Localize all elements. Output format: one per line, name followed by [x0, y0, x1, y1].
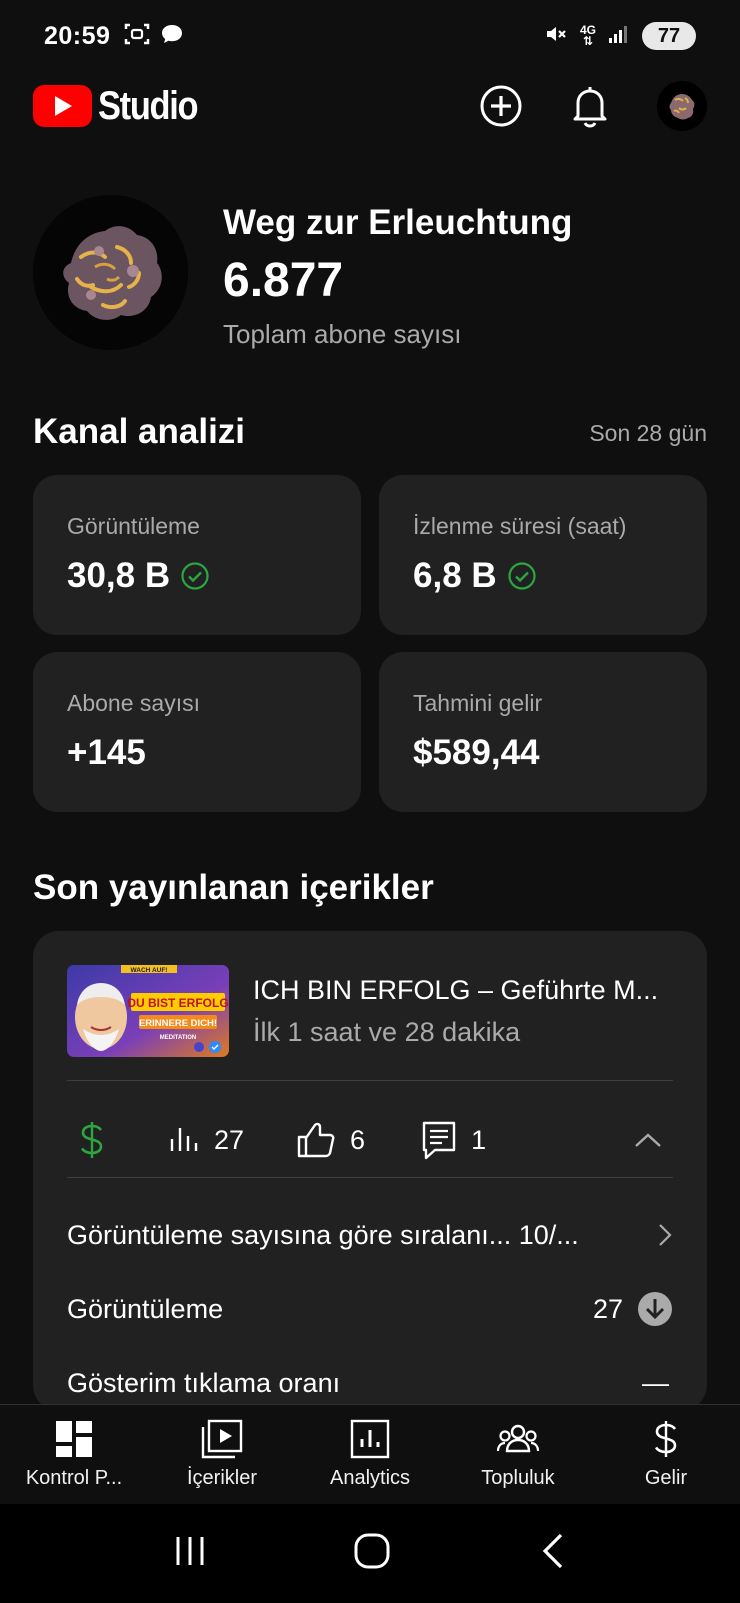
ctr-detail-value: —: [642, 1367, 669, 1398]
views-count: 27: [214, 1124, 245, 1155]
chevron-up-icon: [635, 1133, 661, 1147]
subscriber-count-label: Toplam abone sayısı: [223, 319, 462, 349]
likes-count: 6: [350, 1124, 366, 1155]
nav-label: Kontrol P...: [25, 1467, 123, 1489]
bell-icon: [573, 87, 607, 128]
video-title[interactable]: ICH BIN ERFOLG – Geführte M...: [253, 975, 673, 1006]
chevron-right-icon: [659, 1224, 672, 1246]
svg-text:ERINNERE DICH!: ERINNERE DICH!: [139, 1018, 217, 1029]
ranking-label: Görüntüleme sayısına göre sıralanı... 10…: [67, 1219, 579, 1250]
divider: [67, 1080, 673, 1081]
recent-apps-button[interactable]: [173, 1534, 207, 1573]
divider: [67, 1177, 673, 1178]
notifications-button[interactable]: [570, 84, 610, 128]
home-icon: [354, 1533, 390, 1569]
channel-name: Weg zur Erleuchtung: [223, 203, 573, 242]
analytics-section-title: Kanal analizi: [33, 412, 246, 451]
channel-avatar[interactable]: [33, 195, 188, 350]
stat-value: 30,8 B: [67, 556, 171, 595]
back-icon: [543, 1533, 563, 1569]
account-avatar[interactable]: [657, 81, 707, 131]
svg-text:WACH AUF!: WACH AUF!: [131, 967, 168, 974]
recent-apps-icon: [176, 1537, 204, 1565]
check-circle-icon: [508, 562, 536, 590]
nav-label: Analytics: [329, 1467, 411, 1489]
likes-metric[interactable]: 6: [296, 1121, 365, 1159]
check-circle-icon: [181, 562, 209, 590]
nav-label: İçerikler: [186, 1467, 257, 1489]
nav-analytics[interactable]: Analytics: [296, 1405, 444, 1504]
brand-text: Studio: [98, 83, 199, 128]
home-button[interactable]: [352, 1531, 392, 1576]
stat-card-views[interactable]: Görüntüleme 30,8 B: [33, 475, 361, 635]
system-navigation-bar: [0, 1504, 740, 1603]
video-subtitle: İlk 1 saat ve 28 dakika: [253, 1017, 521, 1047]
dollar-icon: [652, 1419, 680, 1459]
ctr-detail-label: Gösterim tıklama oranı: [67, 1367, 341, 1398]
signal-icon: [608, 24, 630, 49]
network-type: 4G ⇅: [579, 23, 596, 48]
recent-video-card: WACH AUF! DU BIST ERFOLG ERINNERE DICH! …: [33, 931, 707, 1411]
nav-dashboard[interactable]: Kontrol P...: [0, 1405, 148, 1504]
community-icon: [496, 1419, 540, 1459]
video-metrics-row: 27 6 1: [67, 1103, 673, 1177]
views-metric[interactable]: 27: [168, 1125, 244, 1156]
chat-bubble-icon: [160, 23, 184, 50]
screenshot-icon: [124, 22, 150, 51]
analytics-icon: [350, 1419, 390, 1459]
subscriber-count: 6.877: [223, 254, 344, 307]
comment-icon: [422, 1121, 456, 1160]
ctr-detail-row[interactable]: Gösterim tıklama oranı —: [67, 1363, 673, 1403]
comments-count: 1: [471, 1124, 487, 1155]
stat-label: Tahmini gelir: [413, 690, 543, 716]
views-detail-row[interactable]: Görüntüleme 27: [67, 1289, 673, 1329]
analytics-range-label: Son 28 gün: [589, 420, 707, 446]
dashboard-icon: [54, 1419, 94, 1459]
status-bar: 20:59 4G ⇅ 77: [0, 0, 740, 72]
nav-earn[interactable]: Gelir: [592, 1405, 740, 1504]
plus-circle-icon: [480, 85, 522, 127]
views-detail-label: Görüntüleme: [67, 1293, 224, 1324]
stat-card-watch-time[interactable]: İzlenme süresi (saat) 6,8 B: [379, 475, 707, 635]
svg-text:MEDITATION: MEDITATION: [160, 1035, 196, 1041]
ranking-row[interactable]: Görüntüleme sayısına göre sıralanı... 10…: [67, 1215, 673, 1255]
back-button[interactable]: [537, 1531, 567, 1576]
channel-summary: Weg zur Erleuchtung 6.877 Toplam abone s…: [33, 195, 713, 355]
stat-label: İzlenme süresi (saat): [413, 513, 627, 539]
nav-community[interactable]: Topluluk: [444, 1405, 592, 1504]
stat-value: 6,8 B: [413, 556, 497, 595]
nav-label: Gelir: [644, 1467, 688, 1489]
stat-card-revenue[interactable]: Tahmini gelir $589,44: [379, 652, 707, 812]
dollar-green-icon: [80, 1122, 103, 1158]
views-detail-value: 27: [592, 1293, 623, 1324]
status-time: 20:59: [44, 21, 111, 50]
content-icon: [201, 1419, 243, 1459]
app-header: Studio: [0, 72, 740, 140]
stat-value: $589,44: [413, 733, 540, 772]
video-thumbnail[interactable]: WACH AUF! DU BIST ERFOLG ERINNERE DICH! …: [67, 965, 229, 1057]
youtube-play-icon: [33, 85, 92, 127]
stat-card-subscribers[interactable]: Abone sayısı +145: [33, 652, 361, 812]
stat-value: +145: [67, 733, 146, 772]
nav-label: Topluluk: [481, 1467, 555, 1489]
recent-content-title: Son yayınlanan içerikler: [33, 868, 434, 907]
bottom-navigation: Kontrol P... İçerikler Analytics Toplulu…: [0, 1404, 740, 1504]
monetization-status[interactable]: [79, 1120, 105, 1160]
create-button[interactable]: [479, 84, 523, 128]
comments-metric[interactable]: 1: [421, 1120, 486, 1160]
arrow-down-circle-icon: [638, 1292, 672, 1326]
youtube-studio-logo[interactable]: Studio: [33, 84, 213, 129]
stat-label: Abone sayısı: [67, 690, 200, 716]
collapse-button[interactable]: [633, 1131, 663, 1149]
battery-indicator: 77: [642, 22, 696, 50]
stat-label: Görüntüleme: [67, 513, 200, 539]
thumbs-up-icon: [297, 1122, 335, 1158]
mute-icon: [544, 22, 568, 51]
svg-text:DU BIST ERFOLG: DU BIST ERFOLG: [127, 996, 228, 1010]
bar-chart-icon: [170, 1128, 198, 1151]
nav-content[interactable]: İçerikler: [148, 1405, 296, 1504]
